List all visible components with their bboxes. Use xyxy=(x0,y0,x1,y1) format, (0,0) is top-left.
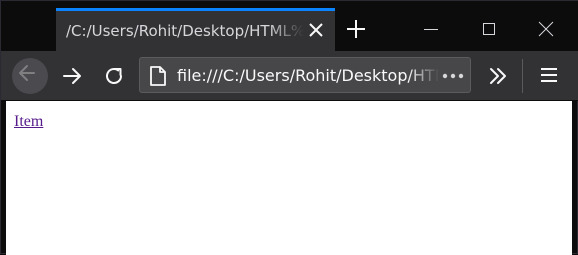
item-link[interactable]: Item xyxy=(14,112,43,132)
more-dots-icon[interactable] xyxy=(440,67,466,85)
back-arrow-icon[interactable] xyxy=(12,58,48,94)
window-close-icon[interactable] xyxy=(534,17,558,41)
tab-close-icon[interactable] xyxy=(306,20,326,40)
tab-title: /C:/Users/Rohit/Desktop/HTML%20 xyxy=(66,22,304,40)
tab-strip: /C:/Users/Rohit/Desktop/HTML%20 xyxy=(1,1,578,51)
reload-icon[interactable] xyxy=(97,59,131,93)
browser-window: /C:/Users/Rohit/Desktop/HTML%20 file:///… xyxy=(0,0,578,255)
page-content: Item xyxy=(6,101,572,255)
maximize-icon[interactable] xyxy=(477,17,501,41)
chevron-double-right-icon[interactable] xyxy=(486,64,510,88)
new-tab-plus-icon[interactable] xyxy=(345,18,367,40)
minimize-icon[interactable] xyxy=(419,17,443,41)
url-text[interactable]: file:///C:/Users/Rohit/Desktop/HTML%20 xyxy=(177,65,439,87)
page-icon xyxy=(148,65,168,87)
forward-arrow-icon[interactable] xyxy=(56,59,90,93)
hamburger-menu-icon[interactable] xyxy=(538,64,560,86)
navigation-toolbar: file:///C:/Users/Rohit/Desktop/HTML%20 xyxy=(1,51,578,101)
active-tab[interactable]: /C:/Users/Rohit/Desktop/HTML%20 xyxy=(56,8,335,51)
address-bar[interactable]: file:///C:/Users/Rohit/Desktop/HTML%20 xyxy=(139,57,471,93)
toolbar-separator xyxy=(522,59,523,93)
